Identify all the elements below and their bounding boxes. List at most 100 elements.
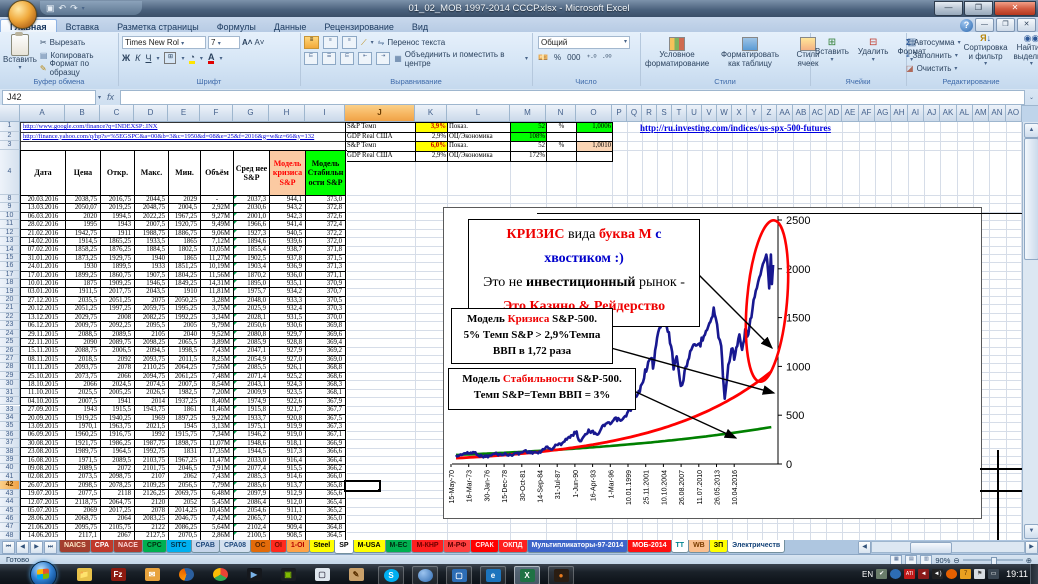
table-cell[interactable]: 1898,75 [169,440,201,448]
tray-update-icon[interactable]: ✔ [876,569,887,579]
column-header-AH[interactable]: AH [891,105,907,122]
table-cell[interactable]: 925,2 [270,373,306,381]
table-cell[interactable]: 2092 [101,356,135,364]
table-cell[interactable]: 368,8 [306,364,346,372]
table-cell[interactable]: 2005,25 [101,389,135,397]
table-cell[interactable]: 2126,25 [135,490,169,498]
font-color-icon[interactable]: А [208,53,215,64]
table-cell[interactable]: 5,64M [201,524,234,532]
table-cell[interactable]: 368,6 [306,373,346,381]
table-cell[interactable]: 366,2 [306,465,346,473]
table-cell[interactable]: 1804,25 [169,272,201,280]
table-cell[interactable]: 2118,75 [66,499,101,507]
table-cell[interactable]: 7,79M [201,482,234,490]
column-header-D[interactable]: D [134,105,168,122]
sheet-canvas[interactable]: 1234891011121314151617181920212223242526… [0,122,1038,540]
vertical-scrollbar[interactable]: ▲ ▼ [1022,122,1038,540]
table-cell[interactable]: 1998,5 [169,347,201,355]
clock[interactable]: 19:11 [1002,569,1028,579]
horizontal-scroll-thumb[interactable] [910,542,952,554]
start-button[interactable] [30,561,57,584]
column-header-AB[interactable]: AB [793,105,809,122]
table-cell[interactable]: 2098,75 [101,473,135,481]
table-cell[interactable]: 24.01.2016 [21,263,66,271]
column-header-A[interactable]: A [20,105,65,122]
row-header-23[interactable]: 23 [0,321,20,329]
table-cell[interactable]: 1861 [169,406,201,414]
sheet-tab-SITC[interactable]: SITC [166,540,192,553]
maximize-button[interactable]: ❐ [964,1,993,16]
column-header-AG[interactable]: AG [875,105,891,122]
column-header-M[interactable]: M [510,105,546,122]
column-header-T[interactable]: T [672,105,687,122]
workbook-close-button[interactable]: ✕ [1017,18,1036,32]
name-box[interactable]: J42 [2,90,96,105]
table-cell[interactable]: 10.01.2016 [21,280,66,288]
summary-cell[interactable]: % [547,123,577,133]
table-cell[interactable]: 1902,5 [234,255,270,263]
office-button[interactable] [8,0,37,29]
table-cell[interactable]: 938,7 [270,246,306,254]
table-cell[interactable]: 1997,25 [101,305,135,313]
first-sheet-icon[interactable]: ⏮ [2,541,15,554]
table-cell[interactable]: 2073,75 [66,373,101,381]
table-cell[interactable]: 2028,1 [234,314,270,322]
column-header-Q[interactable]: Q [627,105,642,122]
table-cell[interactable]: 28.06.2015 [21,515,66,523]
table-cell[interactable]: 1899,25 [66,272,101,280]
summary-cell[interactable]: ОЦ/Экономика [448,152,511,163]
table-cell[interactable]: 1946,5 [135,280,169,288]
table-cell[interactable]: 942,3 [270,213,306,221]
table-cell[interactable]: 5,45M [201,499,234,507]
table-cell[interactable]: 20.03.2016 [21,196,66,204]
row-header-11[interactable]: 11 [0,220,20,228]
insert-cells-button[interactable]: ⊞Вставить▾ [812,36,852,64]
row-header-32[interactable]: 32 [0,397,20,405]
table-cell[interactable]: 17.01.2016 [21,272,66,280]
row-header-31[interactable]: 31 [0,389,20,397]
table-cell[interactable]: 1944,5 [234,448,270,456]
table-cell[interactable]: 2033,0 [234,457,270,465]
table-cell[interactable]: 2050,25 [169,297,201,305]
table-cell[interactable]: 3,89M [201,339,234,347]
column-header-L[interactable]: L [447,105,510,122]
column-header-Z[interactable]: Z [762,105,777,122]
summary-cell[interactable]: 1,0006 [577,123,613,133]
table-cell[interactable]: 1831 [169,448,201,456]
table-cell[interactable]: 1860,75 [101,272,135,280]
table-cell[interactable]: 2094,5 [135,347,169,355]
summary-cell[interactable]: Показ. [448,142,511,152]
table-cell[interactable]: 1927,3 [234,230,270,238]
table-cell[interactable]: 370,0 [306,314,346,322]
table-cell[interactable]: 2088,5 [66,331,101,339]
column-header-O[interactable]: O [576,105,612,122]
chart-annotation-stability-model[interactable]: Модель Стабильности S&P-500. Темп S&P=Те… [448,368,636,410]
table-cell[interactable]: 927,0 [270,356,306,364]
align-center-button[interactable]: ☰ [322,52,336,65]
table-cell[interactable]: 2109,25 [135,482,169,490]
table-cell[interactable]: 1995,25 [169,305,201,313]
table-cell[interactable]: 2064 [101,515,135,523]
table-cell[interactable]: 7,43M [201,473,234,481]
table-cell[interactable]: 371,8 [306,246,346,254]
table-cell[interactable]: 2018,5 [66,356,101,364]
table-cell[interactable]: 944,1 [270,196,306,204]
table-cell[interactable]: 1982,5 [169,389,201,397]
summary-cell[interactable]: 172% [511,152,547,163]
table-cell[interactable]: 2009,75 [66,322,101,330]
table-cell[interactable]: 2072 [101,465,135,473]
table-cell[interactable]: 2022,25 [135,213,169,221]
column-header-AE[interactable]: AE [842,105,858,122]
table-cell[interactable]: 941,4 [270,221,306,229]
shrink-font-icon[interactable]: A˅ [254,36,264,48]
column-header-Y[interactable]: Y [747,105,762,122]
table-cell[interactable]: 2035,5 [66,297,101,305]
table-cell[interactable]: 2048,0 [234,297,270,305]
table-cell[interactable]: 2075 [135,297,169,305]
table-cell[interactable]: 2017,75 [101,288,135,296]
table-cell[interactable]: 1920,75 [169,221,201,229]
table-cell[interactable]: 13.03.2016 [21,204,66,212]
paste-button[interactable]: Вставить▾ [0,33,40,74]
sheet-tab-СРАК[interactable]: СРАК [470,540,498,553]
table-cell[interactable]: 27.09.2015 [21,406,66,414]
